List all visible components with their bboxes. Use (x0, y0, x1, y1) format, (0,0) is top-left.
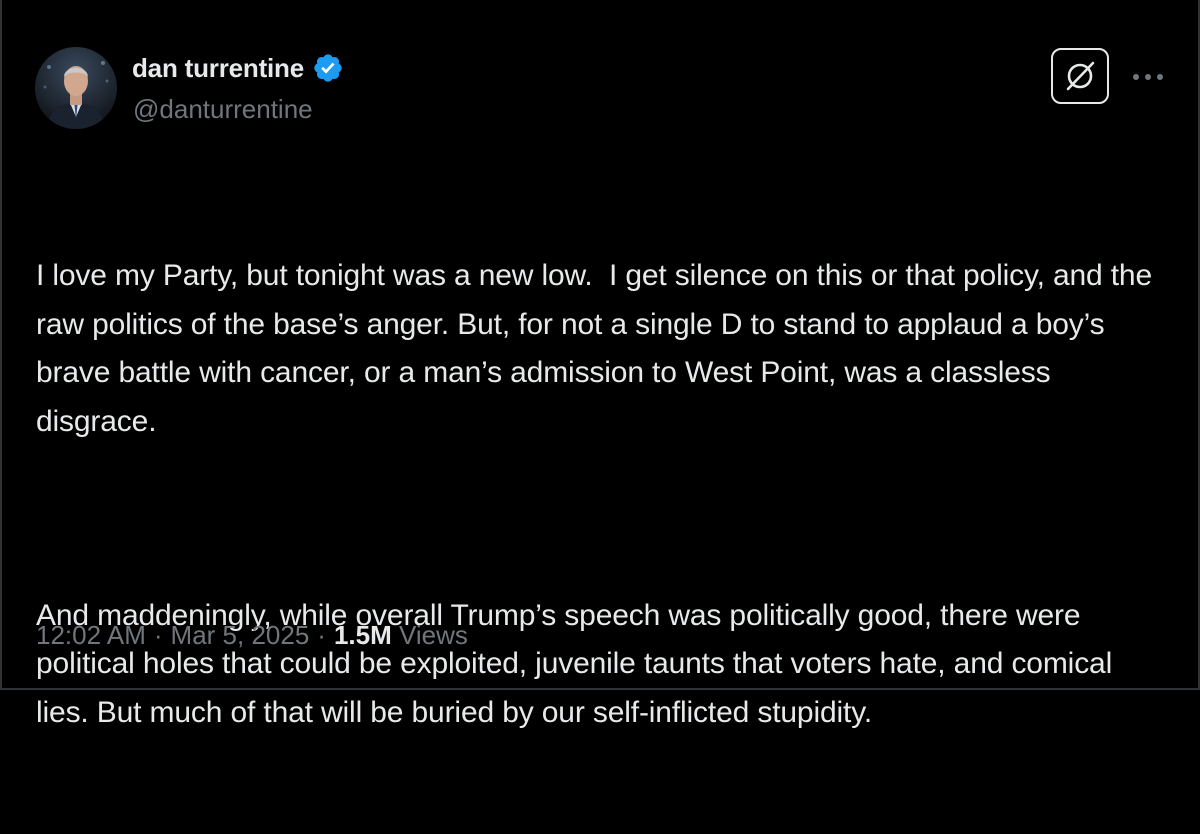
views-label: Views (399, 620, 468, 650)
tweet-paragraph: And maddeningly, while overall Trump’s s… (36, 598, 1121, 729)
more-options-button[interactable] (1128, 62, 1168, 92)
tweet-meta: 12:02 AM · Mar 5, 2025 · 1.5M Views (36, 620, 468, 651)
tweet-card: dan turrentine @danturrentine I love my … (0, 0, 1200, 729)
tweet-time[interactable]: 12:02 AM (36, 620, 146, 651)
tweet-paragraph: I love my Party, but tonight was a new l… (36, 259, 1161, 438)
verified-badge-icon[interactable] (312, 52, 344, 84)
author-handle[interactable]: @danturrentine (133, 94, 313, 125)
views-count[interactable]: 1.5M (334, 620, 392, 651)
author-name-row: dan turrentine (132, 50, 344, 86)
tweet-text: I love my Party, but tonight was a new l… (36, 155, 1171, 834)
grok-button[interactable] (1051, 48, 1109, 104)
author-display-name[interactable]: dan turrentine (132, 53, 304, 84)
meta-separator: · (317, 620, 326, 650)
avatar-image (35, 47, 117, 129)
tweet-date[interactable]: Mar 5, 2025 (171, 620, 310, 651)
more-options-icon (1133, 74, 1163, 80)
meta-separator: · (153, 620, 163, 650)
grok-icon (1066, 61, 1095, 91)
avatar[interactable] (35, 47, 117, 129)
